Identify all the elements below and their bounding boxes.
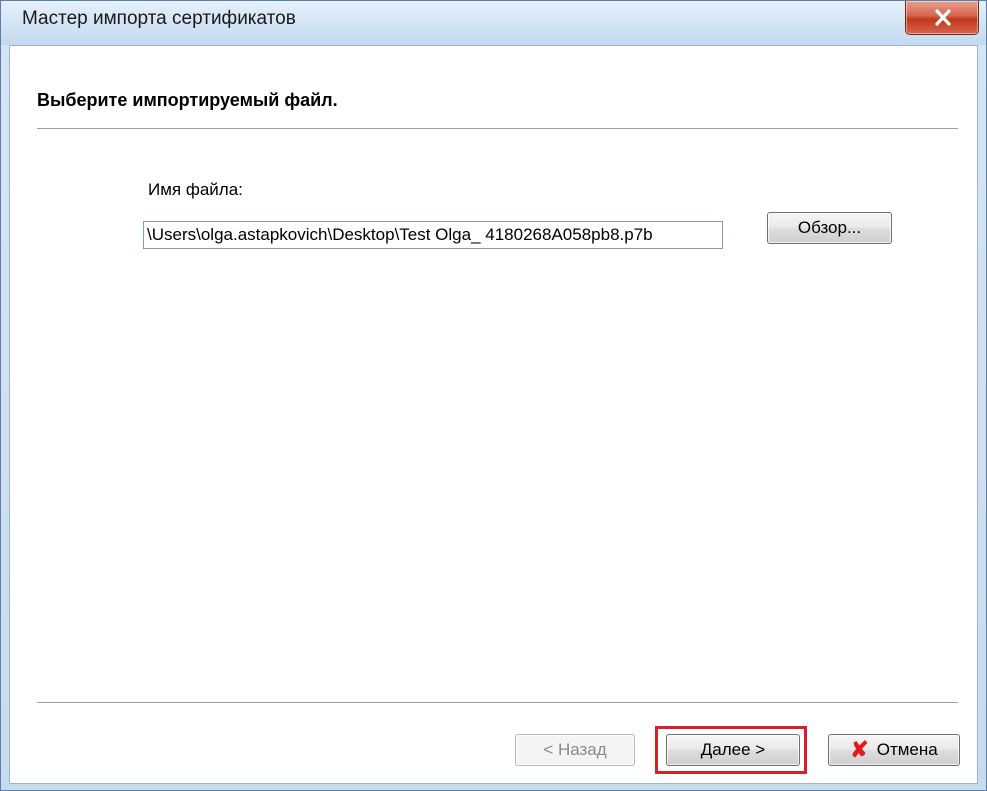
browse-button[interactable]: Обзор... [767,212,892,244]
page-title: Выберите импортируемый файл. [37,90,338,110]
import-wizard-window: Мастер импорта сертификатов Выберите имп… [0,0,987,791]
header-divider [37,128,958,130]
next-button[interactable]: Далее > [666,734,800,766]
cancel-label: Отмена [876,740,938,759]
footer-divider [37,702,958,704]
close-button[interactable] [905,1,979,35]
file-name-label: Имя файла: [148,180,243,199]
wizard-header: Выберите импортируемый файл. [10,46,977,131]
file-name-field[interactable] [143,221,723,249]
back-button[interactable]: < Назад [515,734,635,766]
close-icon [935,9,951,26]
title-bar[interactable]: Мастер импорта сертификатов [1,1,986,45]
red-x-icon: ✘ [850,737,869,762]
window-title: Мастер импорта сертификатов [22,8,296,29]
cancel-button[interactable]: ✘ Отмена [828,734,960,766]
wizard-page: Выберите импортируемый файл. Имя файла: … [9,45,978,784]
